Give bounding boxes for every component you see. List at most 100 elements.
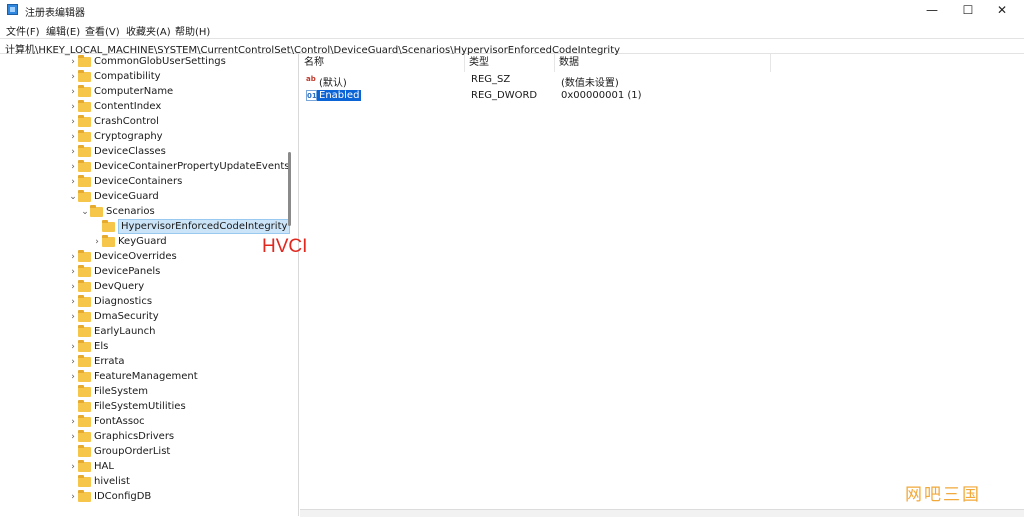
maximize-button[interactable]: ☐: [951, 0, 985, 20]
tree-item-label: DevQuery: [94, 281, 145, 292]
menu-edit[interactable]: 编辑(E): [46, 23, 80, 38]
tree-item-label: DevicePanels: [94, 266, 161, 277]
tree-item[interactable]: › Cryptography: [0, 130, 290, 145]
tree-item[interactable]: › FeatureManagement: [0, 370, 290, 385]
tree-item-label: DeviceContainers: [94, 176, 183, 187]
tree-item[interactable]: › DevicePanels: [0, 265, 290, 280]
folder-icon: [78, 175, 91, 187]
chevron-right-icon[interactable]: ›: [68, 310, 78, 325]
tree-item[interactable]: › DeviceOverrides: [0, 250, 290, 265]
chevron-right-icon[interactable]: ›: [68, 250, 78, 265]
value-row[interactable]: ab (默认) REG_SZ (数值未设置): [300, 73, 1000, 89]
window-title: 注册表编辑器: [25, 8, 85, 19]
tree-item[interactable]: › KeyGuard: [0, 235, 290, 250]
chevron-right-icon[interactable]: ›: [68, 415, 78, 430]
menu-help[interactable]: 帮助(H): [175, 23, 210, 38]
folder-icon: [78, 385, 91, 397]
key-tree-pane[interactable]: › CommonGlobUserSettings › Compatibility › Co…: [0, 54, 299, 516]
tree-item[interactable]: › Els: [0, 340, 290, 355]
tree-item-label: ContentIndex: [94, 101, 162, 112]
tree-item[interactable]: ⌄ DeviceGuard: [0, 190, 290, 205]
menu-view[interactable]: 查看(V): [85, 23, 120, 38]
tree-item[interactable]: › DeviceClasses: [0, 145, 290, 160]
tree-item-label: EarlyLaunch: [94, 326, 156, 337]
tree-item[interactable]: EarlyLaunch: [0, 325, 290, 340]
tree-item[interactable]: HypervisorEnforcedCodeIntegrity: [0, 219, 291, 235]
tree-item[interactable]: › Compatibility: [0, 70, 290, 85]
chevron-right-icon[interactable]: ›: [92, 235, 102, 250]
tree-item[interactable]: › HAL: [0, 460, 290, 475]
tree-item[interactable]: › FontAssoc: [0, 415, 290, 430]
chevron-right-icon[interactable]: ›: [68, 265, 78, 280]
chevron-right-icon[interactable]: ›: [68, 340, 78, 355]
chevron-right-icon[interactable]: ›: [68, 280, 78, 295]
menu-file[interactable]: 文件(F): [6, 23, 40, 38]
tree-item-label: CrashControl: [94, 116, 159, 127]
chevron-right-icon[interactable]: ›: [68, 295, 78, 310]
tree-item[interactable]: › IDConfigDB: [0, 490, 290, 505]
chevron-right-icon[interactable]: ›: [68, 70, 78, 85]
folder-icon: [78, 55, 91, 67]
folder-icon: [78, 490, 91, 502]
address-bar[interactable]: 计算机\HKEY_LOCAL_MACHINE\SYSTEM\CurrentCon…: [0, 38, 1024, 56]
chevron-right-icon[interactable]: ›: [68, 115, 78, 130]
folder-icon: [78, 475, 91, 487]
menu-bar: 文件(F) 编辑(E) 查看(V) 收藏夹(A) 帮助(H): [0, 20, 1024, 38]
tree-scrollbar-thumb[interactable]: [288, 152, 291, 226]
value-type: REG_SZ: [471, 74, 511, 85]
chevron-right-icon[interactable]: ›: [68, 100, 78, 115]
tree-item[interactable]: › CrashControl: [0, 115, 290, 130]
chevron-right-icon[interactable]: ›: [68, 490, 78, 505]
tree-item[interactable]: › DevQuery: [0, 280, 290, 295]
folder-icon: [78, 325, 91, 337]
tree-item-label: FileSystemUtilities: [94, 401, 186, 412]
chevron-down-icon[interactable]: ⌄: [80, 205, 90, 220]
column-header-name[interactable]: 名称: [300, 54, 465, 72]
tree-item[interactable]: FileSystem: [0, 385, 290, 400]
tree-item[interactable]: GroupOrderList: [0, 445, 290, 460]
value-data: 0x00000001 (1): [561, 90, 642, 101]
tree-item[interactable]: › CommonGlobUserSettings: [0, 55, 290, 70]
folder-icon: [78, 370, 91, 382]
chevron-down-icon[interactable]: ⌄: [68, 190, 78, 205]
folder-icon: [78, 265, 91, 277]
chevron-right-icon[interactable]: ›: [68, 85, 78, 100]
chevron-right-icon[interactable]: ›: [68, 370, 78, 385]
chevron-right-icon[interactable]: ›: [68, 160, 78, 175]
tree-item[interactable]: › GraphicsDrivers: [0, 430, 290, 445]
tree-item[interactable]: › DmaSecurity: [0, 310, 290, 325]
value-name: (默认): [319, 78, 347, 89]
chevron-right-icon[interactable]: ›: [68, 55, 78, 70]
tree-item[interactable]: › DeviceContainerPropertyUpdateEvents: [0, 160, 290, 175]
menu-favorites[interactable]: 收藏夹(A): [126, 23, 171, 38]
chevron-right-icon[interactable]: ›: [68, 430, 78, 445]
chevron-right-icon[interactable]: ›: [68, 145, 78, 160]
chevron-right-icon[interactable]: ›: [68, 175, 78, 190]
folder-icon: [102, 220, 115, 232]
minimize-button[interactable]: —: [915, 0, 949, 20]
value-row-selected[interactable]: 01 Enabled REG_DWORD 0x00000001 (1): [300, 89, 1000, 104]
column-header-type[interactable]: 类型: [465, 54, 555, 72]
tree-item[interactable]: › DeviceContainers: [0, 175, 290, 190]
close-button[interactable]: ✕: [985, 0, 1019, 20]
tree-item[interactable]: › Errata: [0, 355, 290, 370]
tree-item-label: DeviceContainerPropertyUpdateEvents: [94, 161, 290, 172]
tree-item[interactable]: › ContentIndex: [0, 100, 290, 115]
chevron-right-icon[interactable]: ›: [68, 460, 78, 475]
tree-item[interactable]: › ComputerName: [0, 85, 290, 100]
values-list-pane[interactable]: 名称 类型 数据 ab (默认) REG_SZ (数值未设置) 01 Enabl…: [300, 54, 1024, 516]
tree-item[interactable]: ⌄ Scenarios: [0, 205, 290, 220]
chevron-right-icon[interactable]: ›: [68, 355, 78, 370]
value-data: (数值未设置): [561, 78, 619, 89]
chevron-right-icon[interactable]: ›: [68, 130, 78, 145]
tree-item[interactable]: FileSystemUtilities: [0, 400, 290, 415]
tree-item[interactable]: hivelist: [0, 475, 290, 490]
tree-item-label: HypervisorEnforcedCodeIntegrity: [118, 219, 291, 234]
tree-item-label: KeyGuard: [118, 236, 167, 247]
value-name[interactable]: Enabled: [317, 90, 362, 101]
folder-icon: [78, 295, 91, 307]
column-header-data[interactable]: 数据: [555, 54, 771, 72]
tree-item-label: FontAssoc: [94, 416, 145, 427]
tree-item-label: DeviceGuard: [94, 191, 159, 202]
tree-item[interactable]: › Diagnostics: [0, 295, 290, 310]
